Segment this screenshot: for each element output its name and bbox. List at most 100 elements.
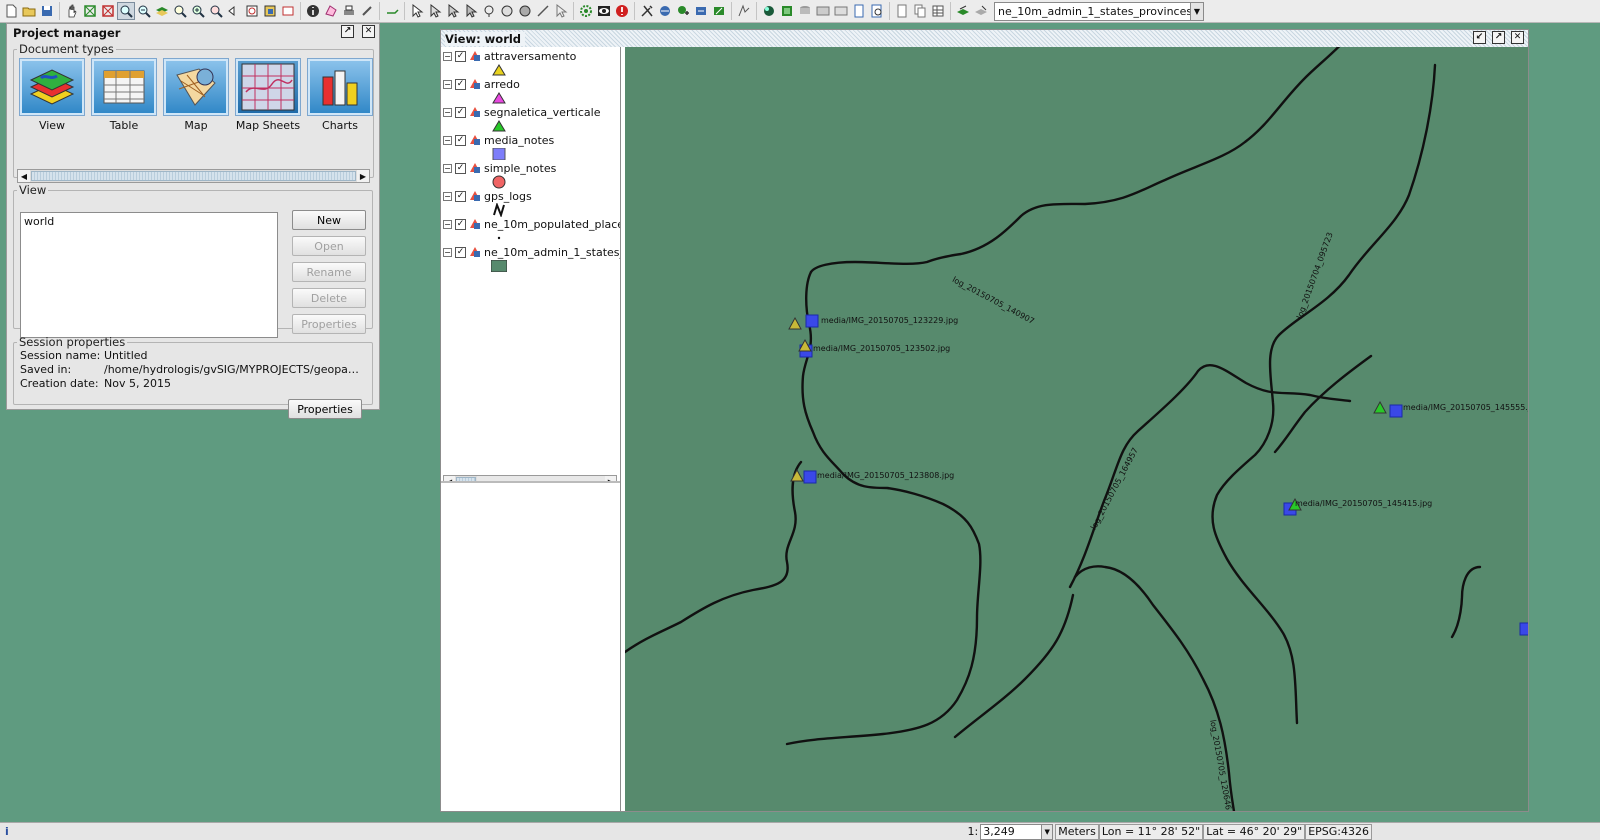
map-canvas[interactable]: media/IMG_20150705_123229.jpg media/IMG_…: [625, 47, 1528, 811]
active-layer-select[interactable]: ne_10m_admin_1_states_provinces ▼: [994, 1, 1204, 21]
pan-hand-icon[interactable]: [63, 2, 81, 20]
layer-row[interactable]: − ✓ ne_10m_populated_places: [443, 217, 620, 231]
map-icon[interactable]: [163, 58, 229, 116]
media-note-marker[interactable]: [1519, 622, 1528, 636]
select-point-icon[interactable]: [426, 2, 444, 20]
select-lasso-icon[interactable]: [480, 2, 498, 20]
layer-row[interactable]: − ✓ segnaletica_verticale: [443, 105, 600, 119]
layer-edit-icon[interactable]: [972, 2, 990, 20]
locator-icon[interactable]: [261, 2, 279, 20]
new-layer-icon[interactable]: [692, 2, 710, 20]
select-line-icon[interactable]: [534, 2, 552, 20]
zoom-extent-icon[interactable]: [99, 2, 117, 20]
open-button[interactable]: Open: [292, 236, 366, 256]
list-item[interactable]: world: [24, 215, 274, 228]
scale-selector[interactable]: 1: 3,249 ▼: [968, 823, 1054, 840]
doc-type-map[interactable]: Map: [163, 58, 229, 132]
select-invert-icon[interactable]: [552, 2, 570, 20]
layer-visibility-checkbox[interactable]: ✓: [455, 78, 466, 90]
layer-row[interactable]: − ✓ arredo: [443, 77, 520, 91]
collapse-icon[interactable]: −: [443, 247, 452, 257]
hyperlink-icon[interactable]: [358, 2, 376, 20]
page-icon[interactable]: [893, 2, 911, 20]
table-icon[interactable]: [91, 58, 157, 116]
edit-layer-icon[interactable]: [710, 2, 728, 20]
select-rect-icon[interactable]: [444, 2, 462, 20]
zoom-full-icon[interactable]: [81, 2, 99, 20]
snapping-icon[interactable]: [735, 2, 753, 20]
view-layers-icon[interactable]: [19, 58, 85, 116]
save-icon[interactable]: [38, 2, 56, 20]
crossing-marker[interactable]: [788, 316, 802, 330]
graphics-icon[interactable]: [383, 2, 401, 20]
collapse-icon[interactable]: −: [443, 79, 452, 89]
delete-button[interactable]: Delete: [292, 288, 366, 308]
map-sheets-icon[interactable]: [235, 58, 301, 116]
layers-icon[interactable]: [153, 2, 171, 20]
scroll-right-icon[interactable]: ▶: [605, 476, 616, 481]
zoom-layer-icon[interactable]: [243, 2, 261, 20]
doc-type-table[interactable]: Table: [91, 58, 157, 132]
zoom-in-icon[interactable]: [117, 2, 135, 20]
zoom-select-icon[interactable]: [171, 2, 189, 20]
gear-icon[interactable]: [577, 2, 595, 20]
add-layer-icon[interactable]: [674, 2, 692, 20]
minimize-icon[interactable]: ↙: [1473, 31, 1486, 44]
scroll-left-icon[interactable]: ◀: [444, 476, 455, 481]
zoom-out-icon[interactable]: [135, 2, 153, 20]
view-properties-button[interactable]: Properties: [292, 314, 366, 334]
scale-input[interactable]: 3,249: [980, 823, 1043, 840]
collapse-icon[interactable]: −: [443, 219, 452, 229]
scrollbar-thumb[interactable]: [456, 477, 476, 481]
globe-icon[interactable]: [656, 2, 674, 20]
alert-icon[interactable]: [613, 2, 631, 20]
sphere-icon[interactable]: [760, 2, 778, 20]
sign-marker[interactable]: [1373, 400, 1387, 414]
layer-visibility-checkbox[interactable]: ✓: [455, 190, 466, 202]
open-folder-icon[interactable]: [20, 2, 38, 20]
select-polygon-icon[interactable]: [462, 2, 480, 20]
scroll-left-icon[interactable]: ◀: [18, 170, 30, 182]
eye-icon[interactable]: [595, 2, 613, 20]
media-note-marker[interactable]: [805, 314, 819, 328]
layer-visibility-checkbox[interactable]: ✓: [455, 162, 466, 174]
view-titlebar[interactable]: View: world ↙ ↗ ✕: [441, 30, 1528, 47]
layer-row[interactable]: − ✓ simple_notes: [443, 161, 556, 175]
layer-visibility-checkbox[interactable]: ✓: [455, 134, 466, 146]
raster-icon[interactable]: [778, 2, 796, 20]
project-manager-titlebar[interactable]: Project manager ↗ ✕: [7, 24, 379, 41]
close-icon[interactable]: ✕: [362, 25, 375, 38]
maximize-icon[interactable]: ↗: [1492, 31, 1505, 44]
zoom-back-icon[interactable]: [207, 2, 225, 20]
document-types-scrollbar[interactable]: ◀ ▶: [17, 169, 370, 183]
grid-icon[interactable]: [929, 2, 947, 20]
select-buffer-icon[interactable]: [516, 2, 534, 20]
media-note-marker[interactable]: [803, 470, 817, 484]
select-circle-icon[interactable]: [498, 2, 516, 20]
print-icon[interactable]: [340, 2, 358, 20]
layer-visibility-checkbox[interactable]: ✓: [455, 246, 466, 258]
copy-icon[interactable]: [911, 2, 929, 20]
scrollbar-track[interactable]: [477, 476, 605, 481]
layer-visibility-checkbox[interactable]: ✓: [455, 106, 466, 118]
wfs-icon[interactable]: [832, 2, 850, 20]
layer-tree[interactable]: − ✓ attraversamento − ✓ arredo − ✓ segnalet…: [441, 47, 620, 483]
view-list[interactable]: world: [20, 212, 278, 338]
layer-visibility-checkbox[interactable]: ✓: [455, 218, 466, 230]
select-arrow-icon[interactable]: [408, 2, 426, 20]
doc-type-charts[interactable]: Charts: [307, 58, 373, 132]
measure-area-icon[interactable]: [322, 2, 340, 20]
frame-icon[interactable]: [279, 2, 297, 20]
layer-row[interactable]: − ✓ media_notes: [443, 133, 554, 147]
zoom-document-icon[interactable]: [868, 2, 886, 20]
layer-row[interactable]: − ✓ gps_logs: [443, 189, 532, 203]
doc-type-map-sheets[interactable]: Map Sheets: [235, 58, 301, 132]
layer-tree-scrollbar[interactable]: ◀ ▶: [443, 475, 617, 481]
media-note-marker[interactable]: [1389, 404, 1403, 418]
document-icon[interactable]: [850, 2, 868, 20]
db-layer-icon[interactable]: [796, 2, 814, 20]
layer-props-icon[interactable]: [954, 2, 972, 20]
undock-icon[interactable]: ↗: [341, 25, 354, 38]
crossing-marker[interactable]: [790, 468, 804, 482]
close-icon[interactable]: ✕: [1511, 31, 1524, 44]
